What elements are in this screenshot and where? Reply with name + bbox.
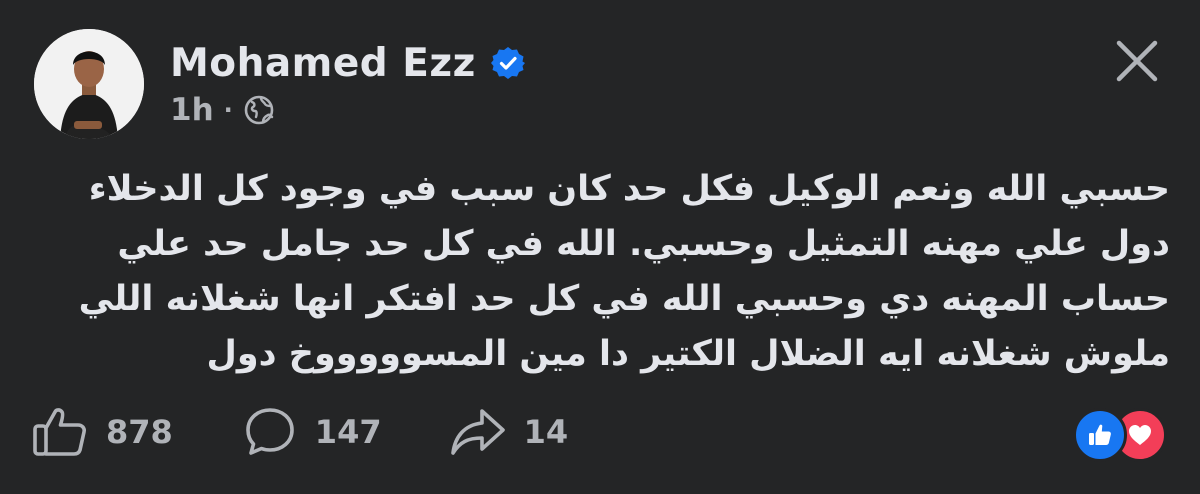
heart-icon [1129,425,1151,445]
meta-separator: · [223,96,233,124]
share-button[interactable]: 14 [450,407,569,457]
comment-button[interactable]: 147 [243,405,382,459]
post-text-line: حساب المهنه دي وحسبي الله في كل حد افتكر… [78,279,1170,319]
profile-photo [34,29,144,139]
post-text-line: حسبي الله ونعم الوكيل فكل حد كان سبب في … [88,169,1170,209]
like-reaction [1073,408,1127,462]
verified-badge-icon [490,47,525,79]
post-text-line: ملوش شغلانه ايه الضلال الكتير دا مين الم… [206,334,1170,374]
close-icon [1116,40,1158,82]
post-text: حسبي الله ونعم الوكيل فكل حد كان سبب في … [40,162,1170,382]
comment-icon [245,408,294,455]
post-text-line: دول علي مهنه التمثيل وحسبي. الله في كل ح… [117,224,1170,264]
like-reaction-icon [1089,424,1111,445]
avatar[interactable] [34,29,144,139]
author-row: Mohamed Ezz [170,38,526,88]
comment-count: 147 [314,413,382,451]
share-count: 14 [523,413,569,451]
action-bar: 878 147 14 [32,404,568,460]
post-meta: 1h · [170,90,275,130]
globe-icon[interactable] [243,94,275,126]
reactions-summary[interactable] [1073,408,1169,462]
author-name[interactable]: Mohamed Ezz [170,41,476,86]
like-count: 878 [106,413,173,451]
post-time[interactable]: 1h [170,92,214,128]
close-button[interactable] [1112,36,1162,86]
share-icon [450,409,505,455]
like-button[interactable]: 878 [32,406,173,458]
thumbs-up-icon [33,408,86,456]
